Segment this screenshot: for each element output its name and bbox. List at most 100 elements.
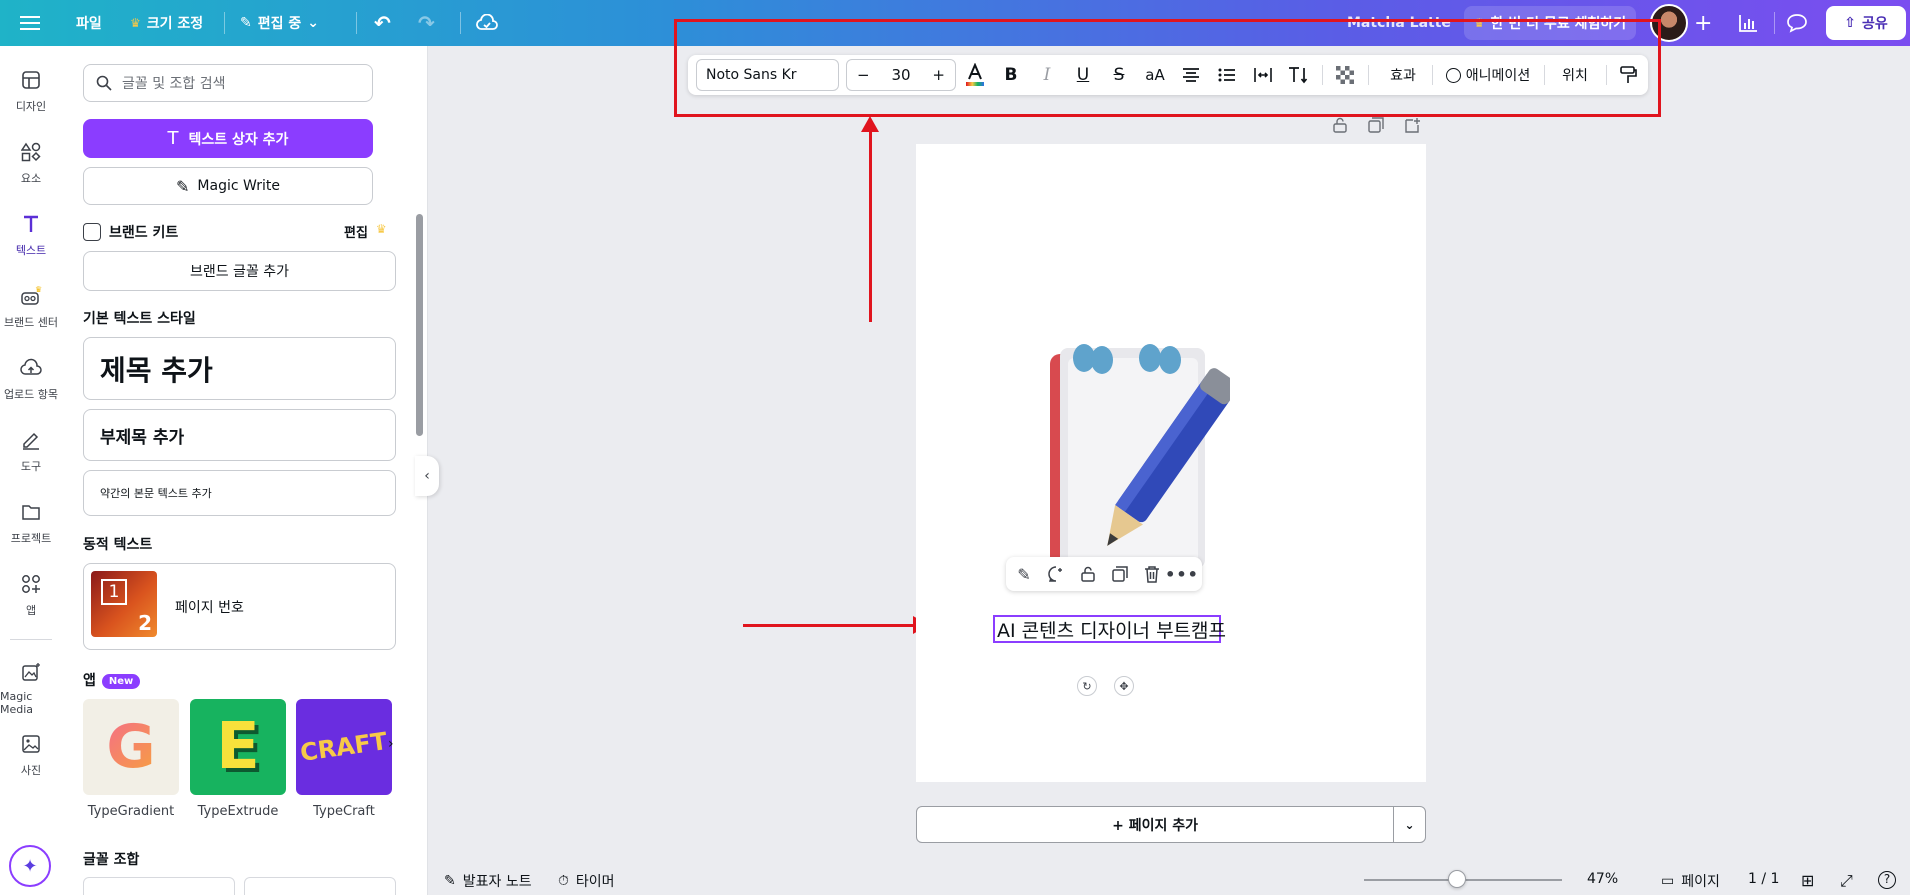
text-icon (19, 212, 43, 236)
rail-item-text[interactable]: 텍스트 (0, 212, 62, 258)
font-combo-card[interactable] (244, 877, 396, 895)
lock-icon[interactable] (1078, 564, 1098, 584)
cloud-saved-icon[interactable] (476, 0, 498, 46)
apps-next-icon[interactable]: › (388, 736, 394, 752)
thumb-number-b: 2 (138, 611, 152, 635)
dynamic-text-heading: 동적 텍스트 (83, 537, 153, 553)
font-search-input[interactable]: 글꼴 및 조합 검색 (83, 64, 373, 102)
panel-scrollbar[interactable] (416, 214, 423, 436)
design-page[interactable] (916, 144, 1426, 782)
editing-mode-dropdown[interactable]: ✎ 편집 중 ⌄ (240, 0, 319, 46)
share-button[interactable]: ⇧ 공유 (1826, 6, 1906, 40)
more-options-icon[interactable]: ••• (1165, 564, 1198, 584)
app-typegradient[interactable]: G (83, 699, 179, 795)
pages-button[interactable]: ▭ 페이지 (1661, 871, 1720, 891)
left-rail: 디자인 요소 텍스트 ♛ 브랜드 센터 업로드 항목 도구 프로젝트 앱 Mag… (0, 46, 62, 895)
lock-icon[interactable] (1331, 116, 1349, 134)
typecraft-label: TypeCraft (313, 804, 375, 819)
zoom-slider-thumb[interactable] (1448, 870, 1467, 888)
divider (460, 12, 461, 34)
rail-item-magic-media[interactable]: Magic Media (0, 660, 62, 716)
rail-item-uploads[interactable]: 업로드 항목 (0, 356, 62, 402)
rail-item-brand[interactable]: ♛ 브랜드 센터 (0, 284, 62, 330)
folder-icon (19, 500, 43, 524)
photo-icon (19, 732, 43, 756)
typeextrude-label: TypeExtrude (197, 804, 279, 819)
help-icon[interactable]: ? (1878, 871, 1896, 889)
duplicate-icon[interactable] (1110, 564, 1130, 584)
page-number-card[interactable]: 1 2 페이지 번호 (83, 563, 396, 650)
zoom-slider[interactable] (1364, 870, 1562, 888)
app-typecraft[interactable]: CRAFT (296, 699, 392, 795)
comment-add-icon[interactable] (1046, 564, 1066, 584)
trash-icon[interactable] (1142, 564, 1162, 584)
font-combo-card[interactable] (83, 877, 235, 895)
divider (10, 639, 52, 640)
add-textbox-button[interactable]: T 텍스트 상자 추가 (83, 119, 373, 158)
thumb-number-a: 1 (101, 579, 127, 605)
typegradient-logo: G (106, 712, 156, 782)
comment-icon[interactable] (1786, 0, 1808, 46)
grid-view-icon[interactable]: ⊞ (1801, 871, 1814, 890)
add-heading-button[interactable]: 제목 추가 (83, 337, 396, 400)
redo-icon[interactable]: ↷ (418, 0, 435, 46)
add-page-icon[interactable] (1403, 116, 1421, 134)
zoom-percentage[interactable]: 47% (1587, 871, 1618, 887)
typegradient-label: TypeGradient (87, 804, 175, 819)
editing-mode-label: 편집 중 (257, 16, 302, 32)
chevron-left-icon: ‹ (424, 468, 430, 484)
magic-assistant-button[interactable]: ✦ (9, 845, 51, 887)
duplicate-page-icon[interactable] (1367, 116, 1385, 134)
app-typeextrude[interactable]: E (190, 699, 286, 795)
selected-text-element[interactable]: AI 콘텐츠 디자이너 부트캠프 (993, 615, 1226, 643)
undo-icon[interactable]: ↶ (374, 0, 391, 46)
file-menu[interactable]: 파일 (76, 0, 102, 46)
page-count: 1 / 1 (1748, 871, 1779, 887)
chevron-down-icon[interactable]: ⌄ (1393, 807, 1425, 842)
magic-write-button[interactable]: ✎ Magic Write (83, 167, 373, 205)
rotate-handle-icon[interactable]: ↻ (1077, 676, 1097, 696)
share-icon: ⇧ (1844, 15, 1856, 31)
rail-item-photos[interactable]: 사진 (0, 732, 62, 778)
timer-button[interactable]: ⏱ 타이머 (558, 871, 615, 891)
element-floating-toolbar: ✎ ••• (1006, 557, 1202, 591)
add-page-button[interactable]: + 페이지 추가 ⌄ (916, 806, 1426, 843)
add-subheading-button[interactable]: 부제목 추가 (83, 409, 396, 461)
brand-kit-icon (83, 223, 101, 241)
rail-item-projects[interactable]: 프로젝트 (0, 500, 62, 546)
brand-kit-heading: 브랜드 키트 (83, 222, 178, 242)
move-handle-icon[interactable]: ✥ (1114, 676, 1134, 696)
canvas-text-content[interactable]: AI 콘텐츠 디자이너 부트캠프 (997, 616, 1226, 643)
apps-icon (19, 572, 43, 596)
magic-media-icon (19, 660, 43, 684)
typeextrude-logo: E (216, 710, 260, 784)
collapse-panel-button[interactable]: ‹ (415, 456, 439, 496)
resize-label: 크기 조정 (146, 16, 204, 32)
brand-kit-edit-label: 편집 (344, 226, 368, 241)
rail-item-design[interactable]: 디자인 (0, 68, 62, 114)
rail-item-tools[interactable]: 도구 (0, 428, 62, 474)
rail-item-elements[interactable]: 요소 (0, 140, 62, 186)
fullscreen-icon[interactable]: ⤢ (1840, 871, 1853, 891)
search-icon (96, 75, 112, 91)
add-collaborator-icon[interactable]: + (1694, 0, 1712, 46)
magic-edit-icon[interactable]: ✎ (1014, 564, 1034, 584)
annotation-arrow-up (861, 116, 879, 322)
timer-label: 타이머 (575, 874, 615, 890)
divider (1774, 12, 1775, 34)
add-body-text-button[interactable]: 약간의 본문 텍스트 추가 (83, 470, 396, 516)
presenter-notes-label: 발표자 노트 (462, 874, 532, 890)
add-brand-font-label: 브랜드 글꼴 추가 (189, 264, 290, 280)
magic-write-label: Magic Write (197, 178, 280, 194)
pages-label: 페이지 (1681, 874, 1720, 890)
page-number-label: 페이지 번호 (175, 600, 244, 616)
add-brand-font-button[interactable]: 브랜드 글꼴 추가 (83, 251, 396, 291)
presenter-notes-button[interactable]: ✎ 발표자 노트 (444, 871, 532, 891)
pen-icon (19, 428, 43, 452)
resize-button[interactable]: ♛ 크기 조정 (130, 0, 203, 46)
menu-icon[interactable] (20, 0, 40, 46)
brand-kit-edit-link[interactable]: 편집 ♛ (344, 222, 387, 241)
divider (224, 12, 225, 34)
analytics-icon[interactable] (1738, 0, 1758, 46)
rail-item-apps[interactable]: 앱 (0, 572, 62, 618)
